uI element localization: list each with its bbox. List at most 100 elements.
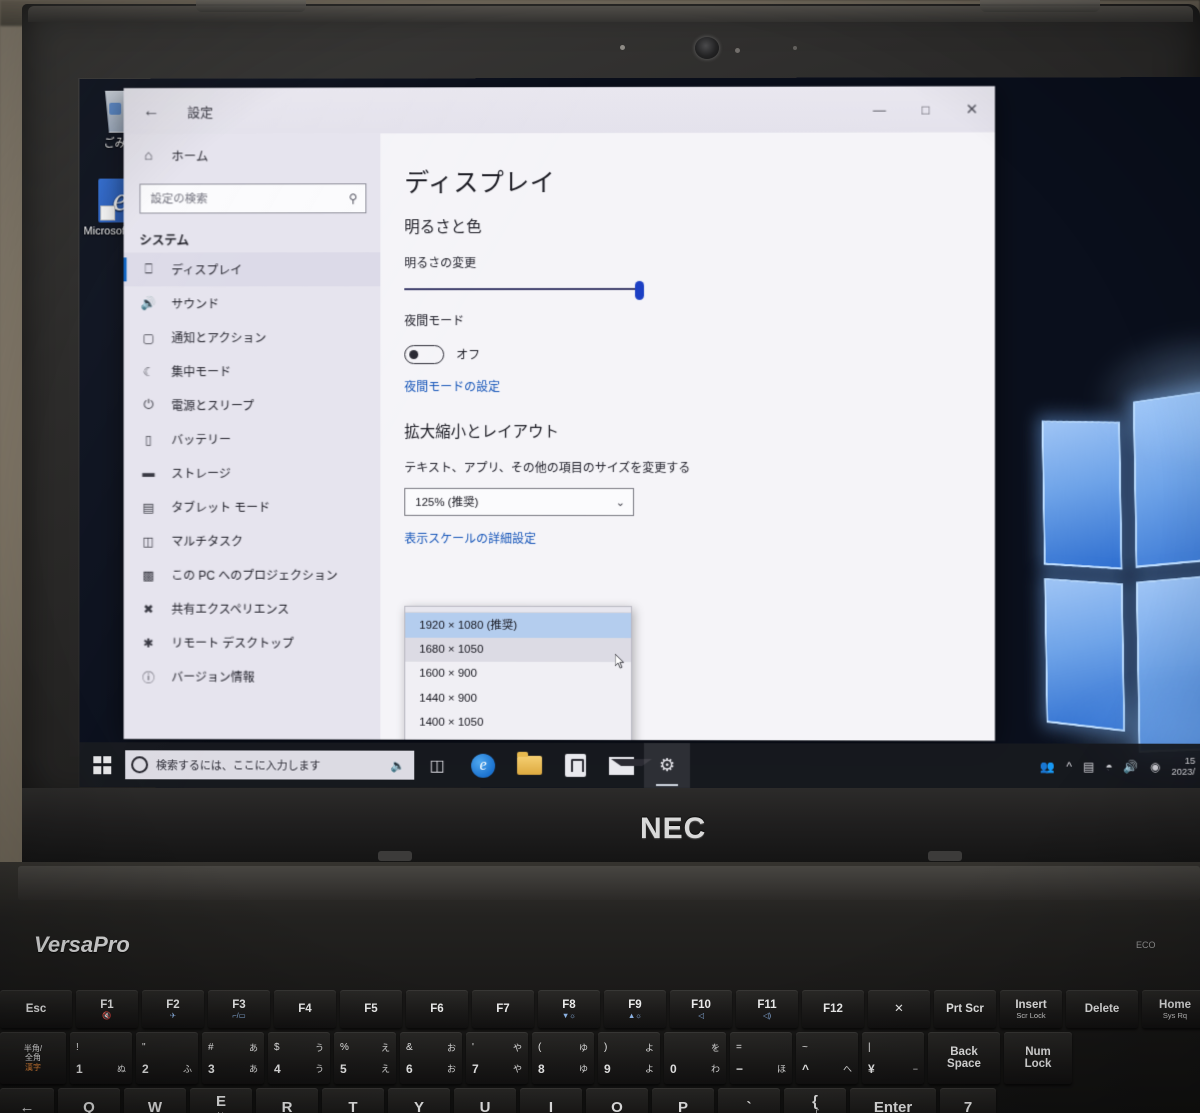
taskbar-mail[interactable] [598,743,644,788]
sidebar-item-home[interactable]: ⌂ ホーム [124,135,381,173]
sidebar-item-shared-experiences[interactable]: ✖ 共有エクスペリエンス [124,591,381,625]
key-prt-scr[interactable]: Prt Scr [934,990,996,1028]
key-r[interactable]: R [256,1088,318,1113]
key--[interactable]: 半角/全角 漢字 [0,1032,66,1084]
advanced-scaling-link[interactable]: 表示スケールの詳細設定 [404,530,995,547]
taskbar-file-explorer[interactable] [506,743,552,788]
taskbar-settings[interactable]: ⚙ [643,743,691,789]
minimize-button[interactable]: — [856,86,902,132]
sidebar-item-display[interactable]: ⎕ ディスプレイ [123,252,381,287]
sidebar-item-focus-assist[interactable]: ☾ 集中モード [124,354,381,388]
key-7[interactable]: 7 [940,1088,996,1113]
key-f8[interactable]: F8 ▼☼ [538,990,600,1028]
key-f1[interactable]: F1 🔇 [76,990,138,1028]
key-space[interactable]: Back Space [928,1032,1000,1084]
brightness-slider[interactable] [404,280,654,300]
key-home[interactable]: Home Sys Rq [1142,990,1200,1028]
key-1[interactable]: ! 1 ぬ [70,1032,132,1084]
key--[interactable]: ~ ^ へ [796,1032,858,1084]
key-q[interactable]: Q [58,1088,120,1113]
key--[interactable]: {「 [784,1088,846,1113]
key-e[interactable]: Eぃ [190,1088,252,1113]
sidebar-item-about[interactable]: ⓘ バージョン情報 [124,659,381,693]
action-center-icon[interactable]: ◉ [1150,759,1161,773]
key--[interactable]: ← [0,1088,54,1113]
main-scrollbar[interactable] [988,132,993,741]
people-icon[interactable]: 👥 [1040,759,1055,773]
key-8[interactable]: (ゆ 8 ゆ [532,1032,594,1084]
sidebar-item-sound[interactable]: 🔊 サウンド [124,286,381,320]
key--[interactable]: | ¥ − [862,1032,924,1084]
key-enter[interactable]: Enter [850,1088,936,1113]
sidebar-item-storage[interactable]: ▬ ストレージ [124,456,381,490]
sidebar-item-projecting-to-this-pc[interactable]: ▩ この PC へのプロジェクション [124,558,381,592]
key-p[interactable]: P [652,1088,714,1113]
sidebar-item-remote-desktop[interactable]: ✱ リモート デスクトップ [124,625,381,659]
battery-icon[interactable]: ▤ [1083,759,1094,773]
slider-thumb[interactable] [635,280,645,300]
resolution-option[interactable]: 1920 × 1080 (推奨) [405,612,632,638]
key-o[interactable]: O [586,1088,648,1113]
key-insert[interactable]: Insert Scr Lock [1000,990,1062,1028]
key-f3[interactable]: F3 ⌐/▭ [208,990,270,1028]
key-u[interactable]: U [454,1088,516,1113]
key-9[interactable]: ) よ 9 よ [598,1032,660,1084]
key-0[interactable]: を0わ [664,1032,726,1084]
key-f4[interactable]: F4 [274,990,336,1028]
key-4[interactable]: $ う 4 う [268,1032,330,1084]
key-t[interactable]: T [322,1088,384,1113]
key-7[interactable]: ' や 7 や [466,1032,528,1084]
key-f7[interactable]: F7 [472,990,534,1028]
settings-search-input[interactable]: 設定の検索 ⚲ [139,183,367,214]
key--[interactable]: = − ほ [730,1032,792,1084]
maximize-button[interactable]: □ [903,86,949,132]
key-f5[interactable]: F5 [340,990,402,1028]
volume-icon[interactable]: 🔊 [1124,759,1139,773]
lid-notch-right [980,0,1100,12]
key-lock[interactable]: Num Lock [1004,1032,1072,1084]
key-6[interactable]: & お 6 お [400,1032,462,1084]
resolution-option[interactable]: 1680 × 1050 [405,637,632,663]
taskbar-search-input[interactable]: 検索するには、ここに入力します 🔈 [125,750,415,780]
key-f6[interactable]: F6 [406,990,468,1028]
key-esc[interactable]: Esc [0,990,72,1028]
sidebar-item-tablet-mode[interactable]: ▤ タブレット モード [124,490,381,524]
key-3[interactable]: # あ 3 あ [202,1032,264,1084]
wifi-icon[interactable]: ◓ [1105,759,1112,773]
taskbar-microsoft-edge[interactable]: e [460,743,506,788]
start-button[interactable] [79,742,125,787]
key-f2[interactable]: F2 ✈ [142,990,204,1028]
key-f12[interactable]: F12 [802,990,864,1028]
key-delete[interactable]: Delete [1066,990,1138,1028]
taskbar-clock[interactable]: 15 2023/ [1171,755,1197,777]
show-hidden-icons-chevron-icon[interactable]: ^ [1066,759,1072,773]
key-2[interactable]: " 2 ふ [136,1032,198,1084]
window-titlebar[interactable]: ← 設定 — □ ✕ [123,86,995,134]
key-5[interactable]: % え 5 え [334,1032,396,1084]
close-button[interactable]: ✕ [949,86,995,132]
night-light-toggle[interactable] [404,345,445,365]
scale-dropdown[interactable]: 125% (推奨) ⌄ [404,487,635,517]
sidebar-item-multitasking[interactable]: ◫ マルチタスク [124,524,381,558]
key--[interactable]: ✕ [868,990,930,1028]
night-light-settings-link[interactable]: 夜間モードの設定 [404,378,995,395]
resolution-dropdown-list[interactable]: 1920 × 1080 (推奨) 1680 × 1050 1600 × 900 … [404,605,633,741]
sidebar-item-battery[interactable]: ▯ バッテリー [124,422,381,456]
resolution-option[interactable]: 1400 × 1050 [405,711,631,736]
microphone-icon[interactable]: 🔈 [390,758,405,772]
resolution-option[interactable]: 1600 × 900 [405,662,631,687]
hinge-tab-right [928,851,962,861]
sidebar-item-power-sleep[interactable]: ⏻ 電源とスリープ [124,388,381,422]
key-f11[interactable]: F11 ◁) [736,990,798,1028]
key-i[interactable]: I [520,1088,582,1113]
task-view-button[interactable]: ◫ [414,743,460,788]
key-w[interactable]: W [124,1088,186,1113]
key-y[interactable]: Y [388,1088,450,1113]
sidebar-item-notifications[interactable]: ▢ 通知とアクション [124,320,381,354]
key-f10[interactable]: F10 ◁ [670,990,732,1028]
back-button[interactable]: ← [138,97,166,125]
key-f9[interactable]: F9 ▲☼ [604,990,666,1028]
taskbar-microsoft-store[interactable] [552,743,598,788]
resolution-option[interactable]: 1440 × 900 [405,686,631,711]
key--[interactable]: ` [718,1088,780,1113]
